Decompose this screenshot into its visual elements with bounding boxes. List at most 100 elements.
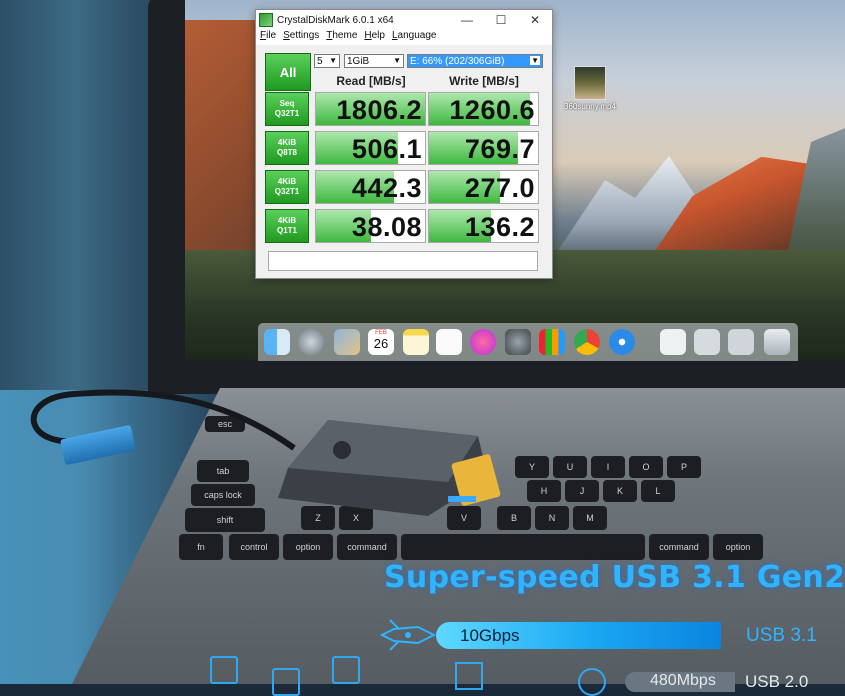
menu-language[interactable]: Language: [392, 30, 437, 45]
chrome-icon[interactable]: [574, 329, 600, 355]
dock: FEB 26: [258, 323, 798, 361]
chevron-down-icon: ▼: [329, 56, 337, 65]
document-icon[interactable]: [660, 329, 686, 355]
result-read-seq-q32t1: 1806.2: [315, 92, 426, 126]
test-size-select[interactable]: 1GiB ▼: [344, 54, 404, 68]
key-i[interactable]: I: [591, 456, 625, 478]
window-title: CrystalDiskMark 6.0.1 x64: [277, 14, 394, 26]
reminders-icon[interactable]: [436, 329, 462, 355]
key-y[interactable]: Y: [515, 456, 549, 478]
image-icon: [332, 656, 360, 684]
menu-file[interactable]: File: [260, 30, 276, 45]
key-command-left[interactable]: command: [337, 534, 397, 560]
read-value: 38.08: [351, 212, 422, 242]
write-value: 1260.6: [449, 95, 535, 125]
folder-icon: [272, 668, 300, 696]
result-read-4kib-q32t1: 442.3: [315, 170, 426, 204]
drive-value: E: 66% (202/306GiB): [410, 55, 505, 67]
crystaldiskmark-app-icon: [259, 13, 273, 27]
key-option-left[interactable]: option: [283, 534, 333, 560]
test-4kib-q32t1-button[interactable]: 4KiB Q32T1: [265, 170, 309, 204]
finder-icon[interactable]: [264, 329, 290, 355]
row-label-line1: 4KiB: [277, 177, 297, 186]
screenshot-stack-icon[interactable]: [694, 329, 720, 355]
speed-comparison-usb20: 480Mbps USB 2.0: [200, 652, 845, 696]
key-j[interactable]: J: [565, 480, 599, 502]
usb20-speed-value: 480Mbps: [650, 672, 716, 689]
key-k[interactable]: K: [603, 480, 637, 502]
system-preferences-icon[interactable]: [505, 329, 531, 355]
document-file-icon: [210, 656, 238, 684]
crystaldiskmark-dock-icon[interactable]: [539, 329, 565, 355]
maximize-button[interactable]: ☐: [484, 13, 518, 27]
calendar-day: 26: [373, 336, 389, 351]
menu-theme[interactable]: Theme: [326, 30, 357, 45]
chevron-down-icon: ▼: [393, 56, 401, 65]
test-seq-q32t1-button[interactable]: Seq Q32T1: [265, 92, 309, 126]
key-p[interactable]: P: [667, 456, 701, 478]
result-read-4kib-q8t8: 506.1: [315, 131, 426, 165]
run-all-button[interactable]: All: [265, 53, 311, 91]
key-option-right[interactable]: option: [713, 534, 763, 560]
rocket-icon: [379, 619, 437, 651]
key-l[interactable]: L: [641, 480, 675, 502]
music-note-icon: [455, 662, 483, 690]
menu-bar: File Settings Theme Help Language: [256, 30, 552, 45]
key-fn[interactable]: fn: [179, 534, 223, 560]
read-value: 442.3: [351, 173, 422, 203]
read-column-header: Read [MB/s]: [336, 74, 406, 88]
notes-icon[interactable]: [403, 329, 429, 355]
test-count-select[interactable]: 5 ▼: [314, 54, 340, 68]
photo-app-icon[interactable]: [334, 329, 360, 355]
card-reader: [278, 420, 501, 516]
minimize-button[interactable]: —: [450, 13, 484, 27]
headline: Super-speed USB 3.1 Gen2: [384, 560, 845, 595]
launchpad-icon[interactable]: [298, 329, 324, 355]
calendar-icon[interactable]: FEB 26: [368, 329, 394, 355]
close-button[interactable]: ✕: [518, 13, 552, 27]
desktop-file-icon[interactable]: 360sunny.mp4: [560, 66, 620, 111]
itunes-icon[interactable]: [470, 329, 496, 355]
row-label-line1: Seq: [279, 99, 295, 108]
key-h[interactable]: H: [527, 480, 561, 502]
speed-value: 10Gbps: [460, 626, 520, 645]
menu-help[interactable]: Help: [364, 30, 385, 45]
write-value: 136.2: [464, 212, 535, 242]
write-column-header: Write [MB/s]: [449, 74, 519, 88]
row-label-line2: Q32T1: [274, 109, 300, 118]
trash-icon[interactable]: [764, 329, 790, 355]
key-spacebar[interactable]: [401, 534, 645, 560]
benchmark-panel: All 5 ▼ 1GiB ▼ E: 66% (202/306GiB) ▼ Rea…: [256, 46, 552, 278]
comment-field[interactable]: [268, 251, 538, 271]
window-titlebar[interactable]: CrystalDiskMark 6.0.1 x64 — ☐ ✕: [256, 10, 552, 30]
safari-icon[interactable]: [609, 329, 635, 355]
read-value: 1806.2: [336, 95, 422, 125]
read-value: 506.1: [351, 134, 422, 164]
test-count-value: 5: [317, 55, 323, 67]
key-shift-left[interactable]: shift: [185, 508, 265, 532]
test-4kib-q1t1-button[interactable]: 4KiB Q1T1: [265, 209, 309, 243]
downloads-stack-icon[interactable]: [728, 329, 754, 355]
row-label-line2: Q1T1: [276, 226, 297, 235]
key-m[interactable]: M: [573, 506, 607, 530]
usb20-label: USB 2.0: [745, 672, 809, 691]
drive-select[interactable]: E: 66% (202/306GiB) ▼: [407, 54, 543, 68]
key-caps-lock[interactable]: caps lock: [191, 484, 255, 506]
key-n[interactable]: N: [535, 506, 569, 530]
menu-settings[interactable]: Settings: [283, 30, 319, 45]
key-command-right[interactable]: command: [649, 534, 709, 560]
row-label-line1: 4KiB: [277, 138, 297, 147]
result-read-4kib-q1t1: 38.08: [315, 209, 426, 243]
desktop-file-name: 360sunny.mp4: [564, 102, 616, 111]
key-o[interactable]: O: [629, 456, 663, 478]
chevron-down-icon: ▼: [530, 56, 540, 65]
speed-comparison-usb31: 10Gbps USB 3.1: [378, 618, 845, 652]
test-size-value: 1GiB: [347, 55, 370, 67]
test-4kib-q8t8-button[interactable]: 4KiB Q8T8: [265, 131, 309, 165]
row-label-line2: Q8T8: [276, 148, 297, 157]
key-u[interactable]: U: [553, 456, 587, 478]
row-label-line1: 4KiB: [277, 216, 297, 225]
result-write-4kib-q32t1: 277.0: [428, 170, 539, 204]
write-value: 769.7: [464, 134, 535, 164]
key-control-left[interactable]: control: [229, 534, 279, 560]
